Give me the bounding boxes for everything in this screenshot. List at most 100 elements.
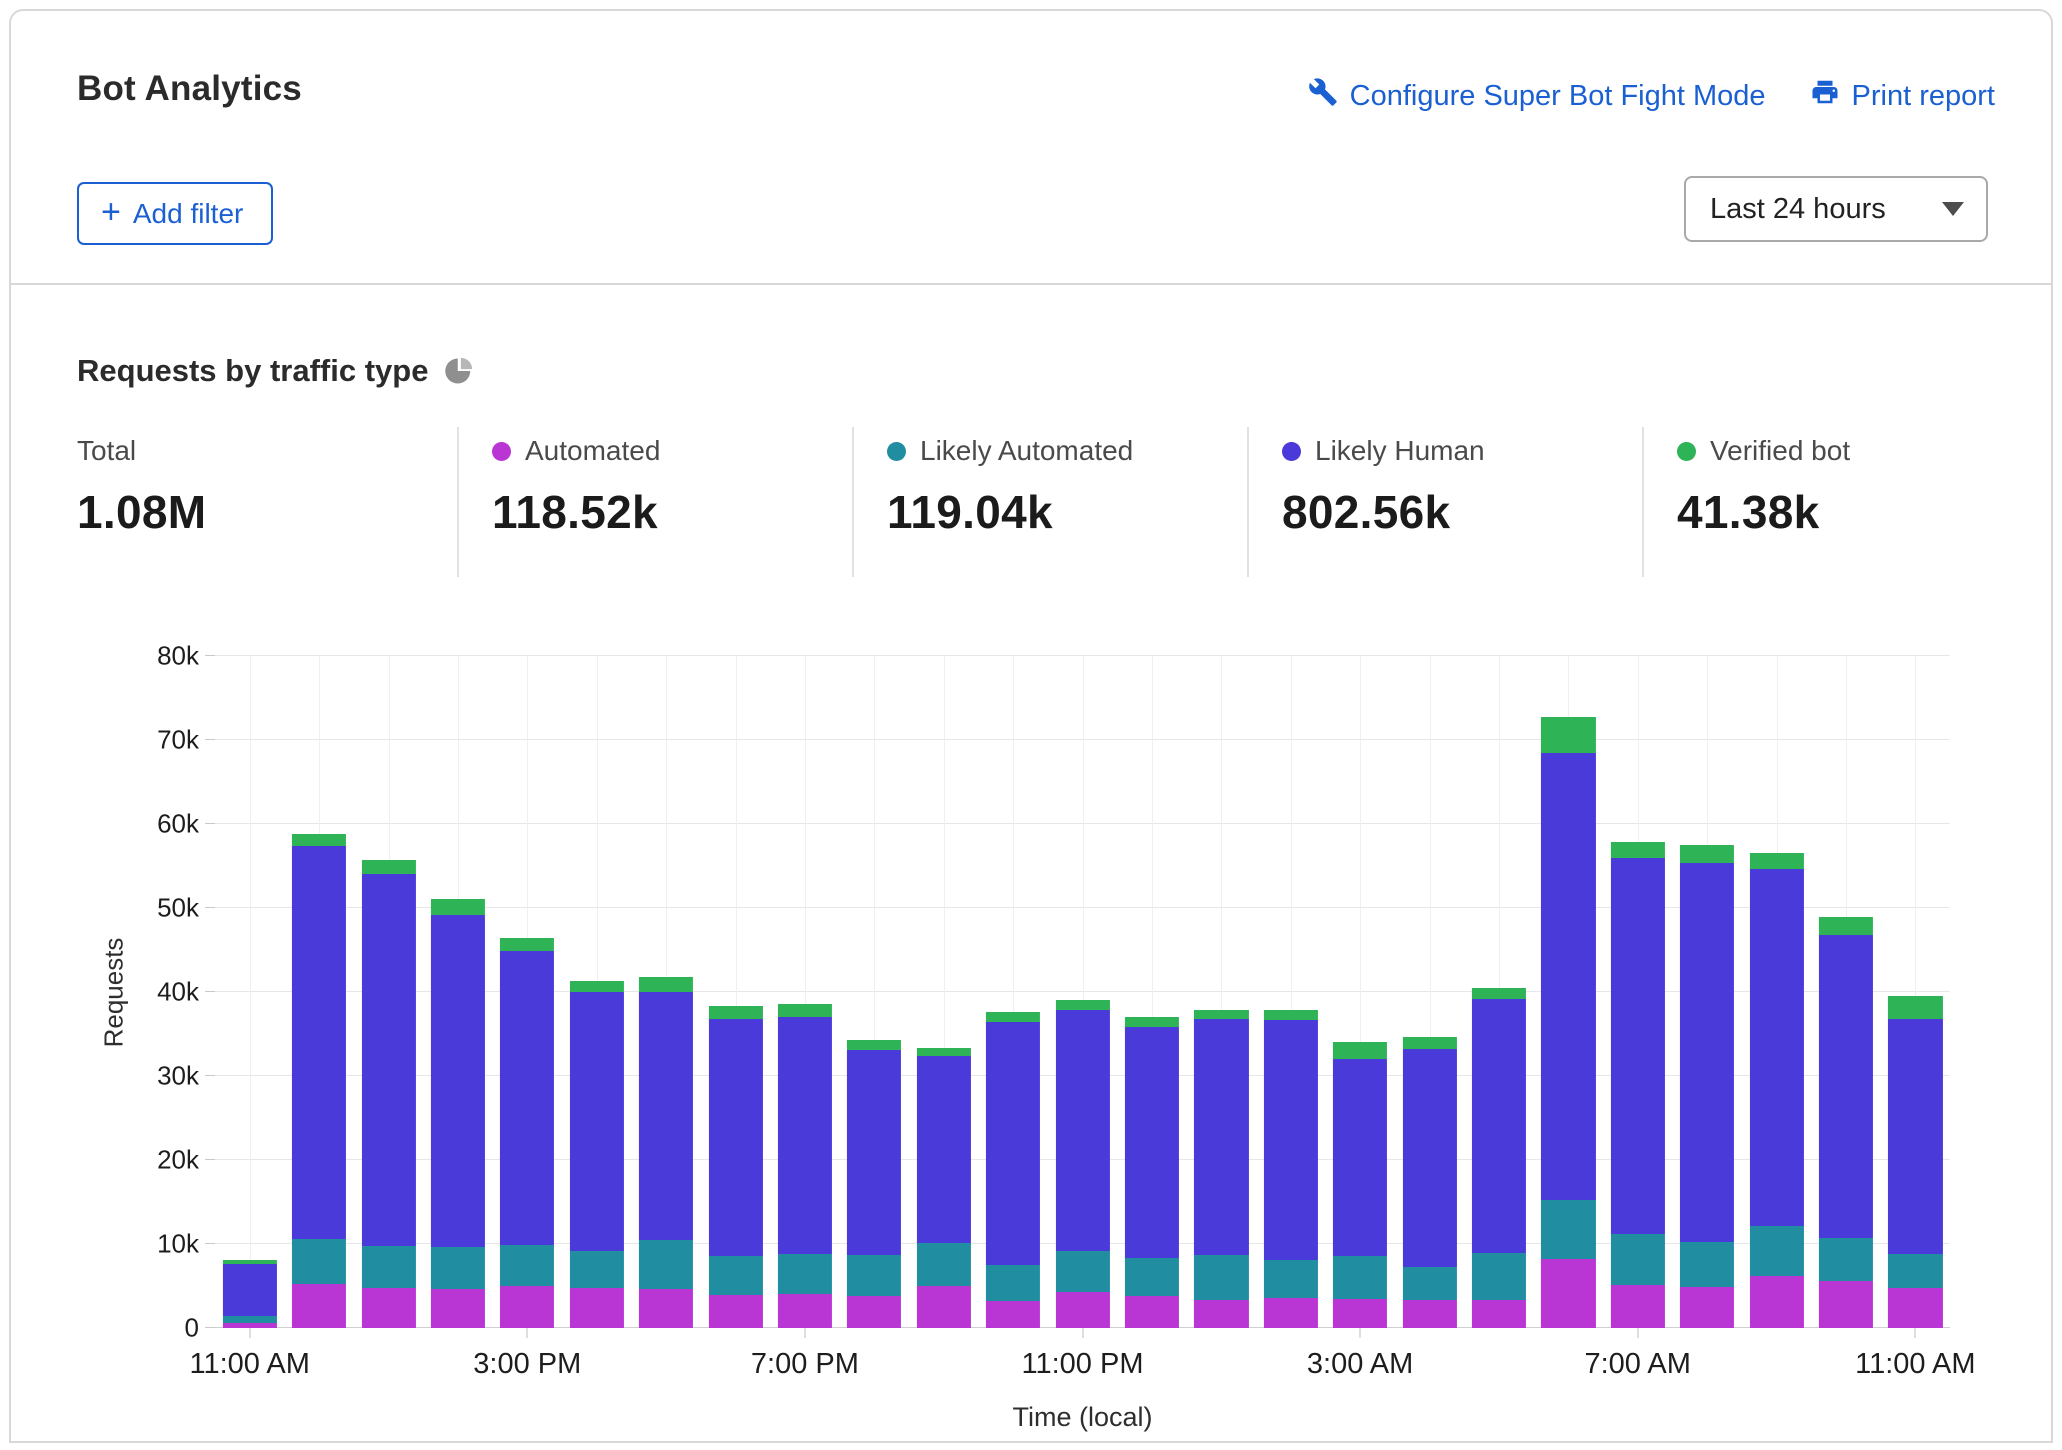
stacked-bar-11-00-am[interactable] (223, 1260, 277, 1328)
bar-segment-likely-automated[interactable] (431, 1247, 485, 1289)
bar-segment-automated[interactable] (1611, 1285, 1665, 1328)
bar-segment-verified-bot[interactable] (1333, 1042, 1387, 1059)
bar-segment-likely-automated[interactable] (1125, 1258, 1179, 1296)
bar-segment-likely-automated[interactable] (778, 1254, 832, 1294)
bar-segment-automated[interactable] (570, 1288, 624, 1328)
bar-segment-likely-automated[interactable] (1819, 1238, 1873, 1281)
bar-segment-automated[interactable] (917, 1286, 971, 1328)
bar-segment-likely-human[interactable] (1194, 1019, 1248, 1255)
bar-segment-verified-bot[interactable] (639, 977, 693, 992)
bar-segment-likely-human[interactable] (431, 915, 485, 1248)
bar-segment-likely-automated[interactable] (1888, 1254, 1942, 1288)
bar-segment-likely-automated[interactable] (986, 1265, 1040, 1301)
stat-likely-automated[interactable]: Likely Automated119.04k (852, 427, 1247, 577)
bar-segment-automated[interactable] (1888, 1288, 1942, 1328)
bar-segment-likely-human[interactable] (1056, 1010, 1110, 1251)
bar-segment-likely-human[interactable] (639, 992, 693, 1240)
bar-segment-likely-automated[interactable] (708, 1256, 762, 1295)
bar-segment-verified-bot[interactable] (917, 1048, 971, 1056)
bar-segment-automated[interactable] (708, 1295, 762, 1328)
stacked-bar-10-00-am[interactable] (1819, 917, 1873, 1328)
bar-segment-automated[interactable] (292, 1284, 346, 1328)
bar-segment-likely-human[interactable] (1403, 1049, 1457, 1267)
stat-total[interactable]: Total1.08M (77, 427, 457, 577)
bar-segment-verified-bot[interactable] (1680, 845, 1734, 863)
bar-segment-verified-bot[interactable] (986, 1012, 1040, 1022)
stacked-bar-1-00-pm[interactable] (361, 860, 415, 1328)
stacked-bar-4-00-pm[interactable] (570, 981, 624, 1328)
bar-segment-likely-automated[interactable] (361, 1246, 415, 1288)
bar-segment-automated[interactable] (1680, 1287, 1734, 1328)
bar-segment-automated[interactable] (1403, 1300, 1457, 1328)
stacked-bar-8-00-am[interactable] (1680, 845, 1734, 1328)
bar-segment-verified-bot[interactable] (847, 1040, 901, 1050)
stacked-bar-4-00-am[interactable] (1403, 1037, 1457, 1328)
bar-segment-likely-automated[interactable] (639, 1240, 693, 1290)
bar-segment-automated[interactable] (778, 1294, 832, 1328)
bar-segment-automated[interactable] (431, 1289, 485, 1328)
bar-segment-likely-automated[interactable] (292, 1239, 346, 1284)
bar-segment-verified-bot[interactable] (361, 860, 415, 874)
stacked-bar-9-00-am[interactable] (1750, 853, 1804, 1328)
bar-segment-likely-human[interactable] (223, 1264, 277, 1316)
bar-segment-likely-automated[interactable] (1333, 1256, 1387, 1299)
bar-segment-verified-bot[interactable] (431, 899, 485, 915)
stacked-bar-3-00-am[interactable] (1333, 1042, 1387, 1328)
bar-segment-likely-human[interactable] (1333, 1059, 1387, 1256)
stacked-bar-10-00-pm[interactable] (986, 1012, 1040, 1328)
bar-segment-verified-bot[interactable] (1472, 988, 1526, 999)
stacked-bar-9-00-pm[interactable] (917, 1048, 971, 1328)
add-filter-button[interactable]: + Add filter (77, 182, 273, 245)
bar-segment-likely-human[interactable] (1888, 1019, 1942, 1254)
bar-segment-verified-bot[interactable] (570, 981, 624, 992)
bar-segment-likely-automated[interactable] (1541, 1200, 1595, 1259)
stat-likely-human[interactable]: Likely Human802.56k (1247, 427, 1642, 577)
bar-segment-verified-bot[interactable] (500, 938, 554, 951)
bar-segment-likely-automated[interactable] (1403, 1267, 1457, 1301)
bar-segment-automated[interactable] (1125, 1296, 1179, 1328)
stacked-bar-12-00-am[interactable] (1125, 1017, 1179, 1328)
bar-segment-likely-human[interactable] (847, 1050, 901, 1255)
bar-segment-likely-human[interactable] (292, 846, 346, 1239)
bar-segment-verified-bot[interactable] (778, 1004, 832, 1017)
stacked-bar-7-00-pm[interactable] (778, 1004, 832, 1328)
bar-segment-likely-automated[interactable] (1264, 1260, 1318, 1298)
bar-segment-likely-human[interactable] (1472, 999, 1526, 1254)
bar-segment-verified-bot[interactable] (1611, 842, 1665, 858)
bar-segment-verified-bot[interactable] (1194, 1010, 1248, 1019)
bar-segment-verified-bot[interactable] (292, 834, 346, 846)
bar-segment-automated[interactable] (847, 1296, 901, 1328)
bar-segment-automated[interactable] (1750, 1276, 1804, 1328)
stacked-bar-12-00-pm[interactable] (292, 834, 346, 1328)
bar-segment-automated[interactable] (500, 1286, 554, 1328)
bar-segment-verified-bot[interactable] (1403, 1037, 1457, 1049)
time-range-select[interactable]: Last 24 hours (1684, 176, 1988, 242)
bar-segment-likely-automated[interactable] (1056, 1251, 1110, 1292)
stacked-bar-5-00-am[interactable] (1472, 988, 1526, 1328)
bar-segment-likely-human[interactable] (1264, 1020, 1318, 1260)
stacked-bar-1-00-am[interactable] (1194, 1010, 1248, 1328)
bar-segment-likely-automated[interactable] (1472, 1253, 1526, 1300)
bar-segment-automated[interactable] (1264, 1298, 1318, 1328)
stacked-bar-8-00-pm[interactable] (847, 1040, 901, 1328)
bar-segment-likely-human[interactable] (361, 874, 415, 1245)
bar-segment-verified-bot[interactable] (1125, 1017, 1179, 1027)
stacked-bar-2-00-am[interactable] (1264, 1010, 1318, 1328)
stacked-bar-11-00-am[interactable] (1888, 996, 1942, 1328)
bar-segment-likely-human[interactable] (1680, 863, 1734, 1243)
stacked-bar-5-00-pm[interactable] (639, 977, 693, 1328)
print-report-link[interactable]: Print report (1810, 77, 1995, 115)
bar-segment-likely-human[interactable] (986, 1022, 1040, 1265)
bar-segment-likely-human[interactable] (1819, 935, 1873, 1238)
stacked-bar-3-00-pm[interactable] (500, 938, 554, 1328)
stacked-bar-11-00-pm[interactable] (1056, 1000, 1110, 1328)
bar-segment-likely-automated[interactable] (570, 1251, 624, 1288)
stat-automated[interactable]: Automated118.52k (457, 427, 852, 577)
bar-segment-automated[interactable] (361, 1288, 415, 1328)
bar-segment-verified-bot[interactable] (1888, 996, 1942, 1019)
bar-segment-likely-automated[interactable] (223, 1316, 277, 1323)
bar-segment-verified-bot[interactable] (1750, 853, 1804, 869)
bar-segment-likely-human[interactable] (1125, 1027, 1179, 1258)
stacked-bar-2-00-pm[interactable] (431, 899, 485, 1328)
bar-segment-likely-human[interactable] (570, 992, 624, 1251)
